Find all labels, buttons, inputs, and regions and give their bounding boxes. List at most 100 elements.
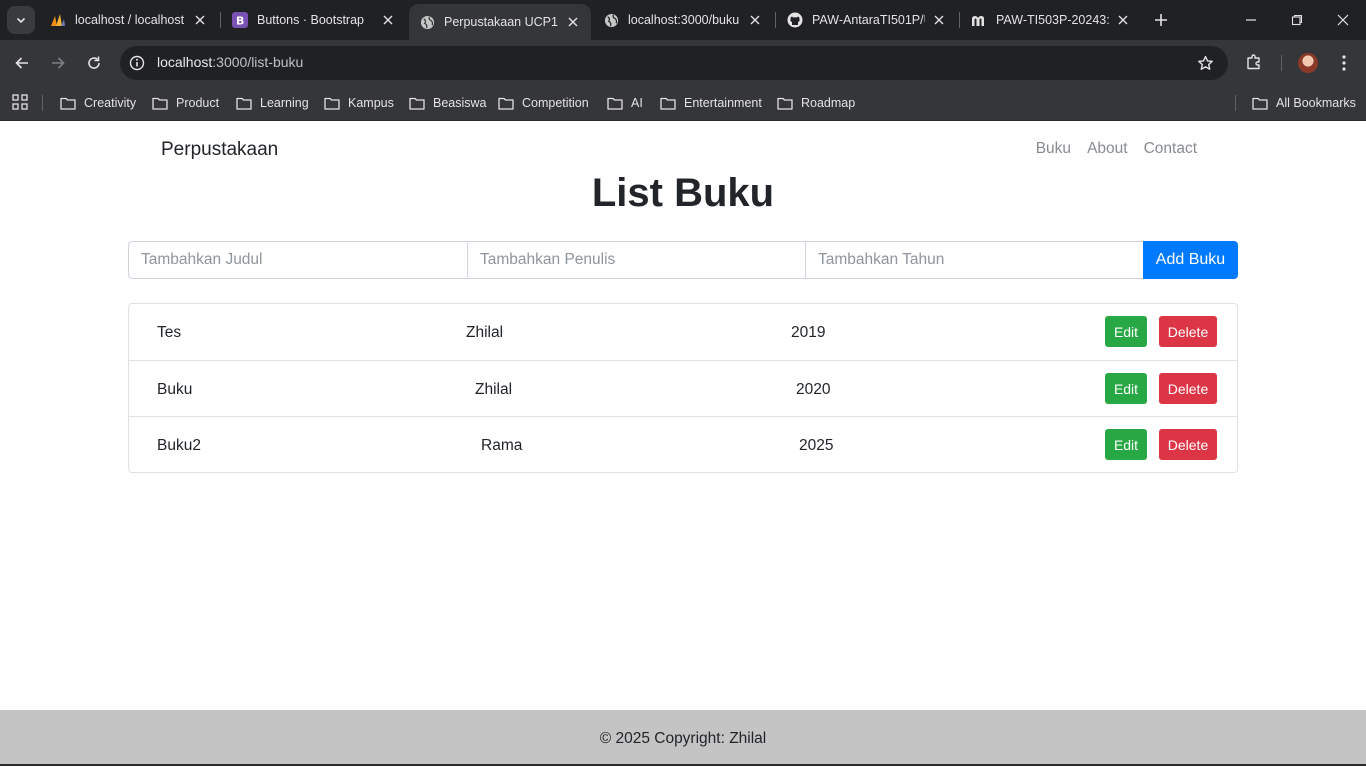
delete-button[interactable]: Delete [1159,373,1217,404]
browser-menu-button[interactable] [1334,52,1354,74]
bookmark-label: Learning [260,96,309,110]
svg-text:B: B [236,15,244,28]
browser-tab[interactable]: PAW-TI503P-20243: U [961,0,1141,40]
bookmark-label: Kampus [348,96,394,110]
copyright-text: © 2025 Copyright: Zhilal [599,730,767,747]
book-row: Buku Zhilal 2020 Edit Delete [129,360,1237,416]
bookmark-label: Beasiswa [433,96,487,110]
bookmarks-bar: Creativity Product Learning Kampus Beasi… [0,85,1366,121]
navbar-brand[interactable]: Perpustakaan [161,139,278,161]
arrow-left-icon [15,57,28,69]
window-close-button[interactable] [1320,0,1366,40]
edit-button[interactable]: Edit [1105,316,1147,347]
minimize-button[interactable] [1228,0,1274,40]
edit-button[interactable]: Edit [1105,373,1147,404]
forward-button[interactable] [46,51,70,75]
restore-icon [1291,14,1303,26]
minimize-icon [1246,19,1256,21]
reload-button[interactable] [82,51,106,75]
folder-icon [1252,97,1268,110]
author-input[interactable] [467,241,805,279]
bookmarks-divider [1235,95,1236,111]
bookmark-folder[interactable]: Entertainment [660,92,762,114]
toolbar-divider [1281,55,1282,71]
book-row: Tes Zhilal 2019 Edit Delete [129,304,1237,360]
nav-link-about[interactable]: About [1087,140,1128,158]
browser-tab[interactable]: B Buttons · Bootstrap [222,0,406,40]
moodle-icon [971,12,987,28]
bootstrap-icon: B [232,12,248,28]
book-row: Buku2 Rama 2025 Edit Delete [129,416,1237,472]
browser-tab[interactable]: localhost:3000/buku [593,0,773,40]
new-tab-button[interactable] [1150,9,1172,31]
book-author: Zhilal [475,381,513,398]
bookmark-folder[interactable]: Beasiswa [409,92,487,114]
back-button[interactable] [10,51,34,75]
tab-title: localhost / localhost / [75,13,186,27]
nav-link-contact[interactable]: Contact [1144,140,1197,158]
tab-title: PAW-AntaraTI501P/U [812,13,925,27]
bookmark-label: AI [631,96,643,110]
all-bookmarks-folder[interactable]: All Bookmarks [1252,92,1356,114]
apps-grid-icon[interactable] [11,93,29,111]
bookmark-folder[interactable]: Learning [236,92,309,114]
book-year: 2019 [791,324,826,341]
reload-icon [88,56,100,69]
folder-icon [236,97,252,110]
bookmark-folder[interactable]: AI [607,92,643,114]
delete-button[interactable]: Delete [1159,429,1217,460]
github-icon [787,12,803,28]
nav-link-buku[interactable]: Buku [1036,140,1071,158]
more-vertical-icon [1342,55,1346,71]
bookmarks-divider [42,95,43,111]
browser-tab-active[interactable]: Perpustakaan UCP1 P [409,4,591,40]
page-title: List Buku [591,171,775,215]
folder-icon [60,97,76,110]
bookmark-label: All Bookmarks [1276,96,1356,110]
bookmark-folder[interactable]: Kampus [324,92,394,114]
delete-button[interactable]: Delete [1159,316,1217,347]
bookmark-star-icon[interactable] [1196,54,1214,72]
close-icon[interactable] [1115,12,1131,28]
restore-button[interactable] [1274,0,1320,40]
folder-icon [660,97,676,110]
edit-button[interactable]: Edit [1105,429,1147,460]
tab-divider [220,12,221,28]
folder-icon [607,97,623,110]
title-input[interactable] [128,241,467,279]
bookmark-folder[interactable]: Roadmap [777,92,855,114]
extensions-icon[interactable] [1244,52,1264,72]
globe-icon [603,12,619,28]
globe-icon [419,14,435,30]
close-icon[interactable] [931,12,947,28]
bookmark-label: Competition [522,96,589,110]
profile-avatar[interactable] [1298,53,1318,73]
browser-tab[interactable]: localhost / localhost / [40,0,218,40]
browser-tab[interactable]: PAW-AntaraTI501P/U [777,0,957,40]
close-icon[interactable] [565,14,581,30]
tab-title: localhost:3000/buku [628,13,740,27]
bookmark-folder[interactable]: Product [152,92,219,114]
book-list: Tes Zhilal 2019 Edit Delete Buku Zhilal … [128,303,1238,473]
site-info-icon[interactable] [128,54,146,72]
bookmark-label: Entertainment [684,96,762,110]
tab-title: Perpustakaan UCP1 P [444,15,559,29]
close-icon[interactable] [747,12,763,28]
page-footer: © 2025 Copyright: Zhilal [0,710,1366,766]
add-book-button[interactable]: Add Buku [1143,241,1238,279]
address-url[interactable]: localhost:3000/list-buku [157,54,303,70]
bookmark-label: Product [176,96,220,110]
bookmark-folder[interactable]: Creativity [60,92,136,114]
navbar-links: Buku About Contact [1036,140,1197,158]
folder-icon [152,97,168,110]
address-bar[interactable]: localhost:3000/list-buku [120,46,1228,80]
close-icon[interactable] [380,12,396,28]
folder-icon [324,97,340,110]
book-author: Zhilal [466,324,504,341]
close-icon[interactable] [192,12,208,28]
year-input[interactable] [805,241,1143,279]
book-title: Tes [157,324,182,341]
url-path: :3000/list-buku [212,54,304,70]
bookmark-folder[interactable]: Competition [498,92,589,114]
tab-search-button[interactable] [7,6,35,34]
